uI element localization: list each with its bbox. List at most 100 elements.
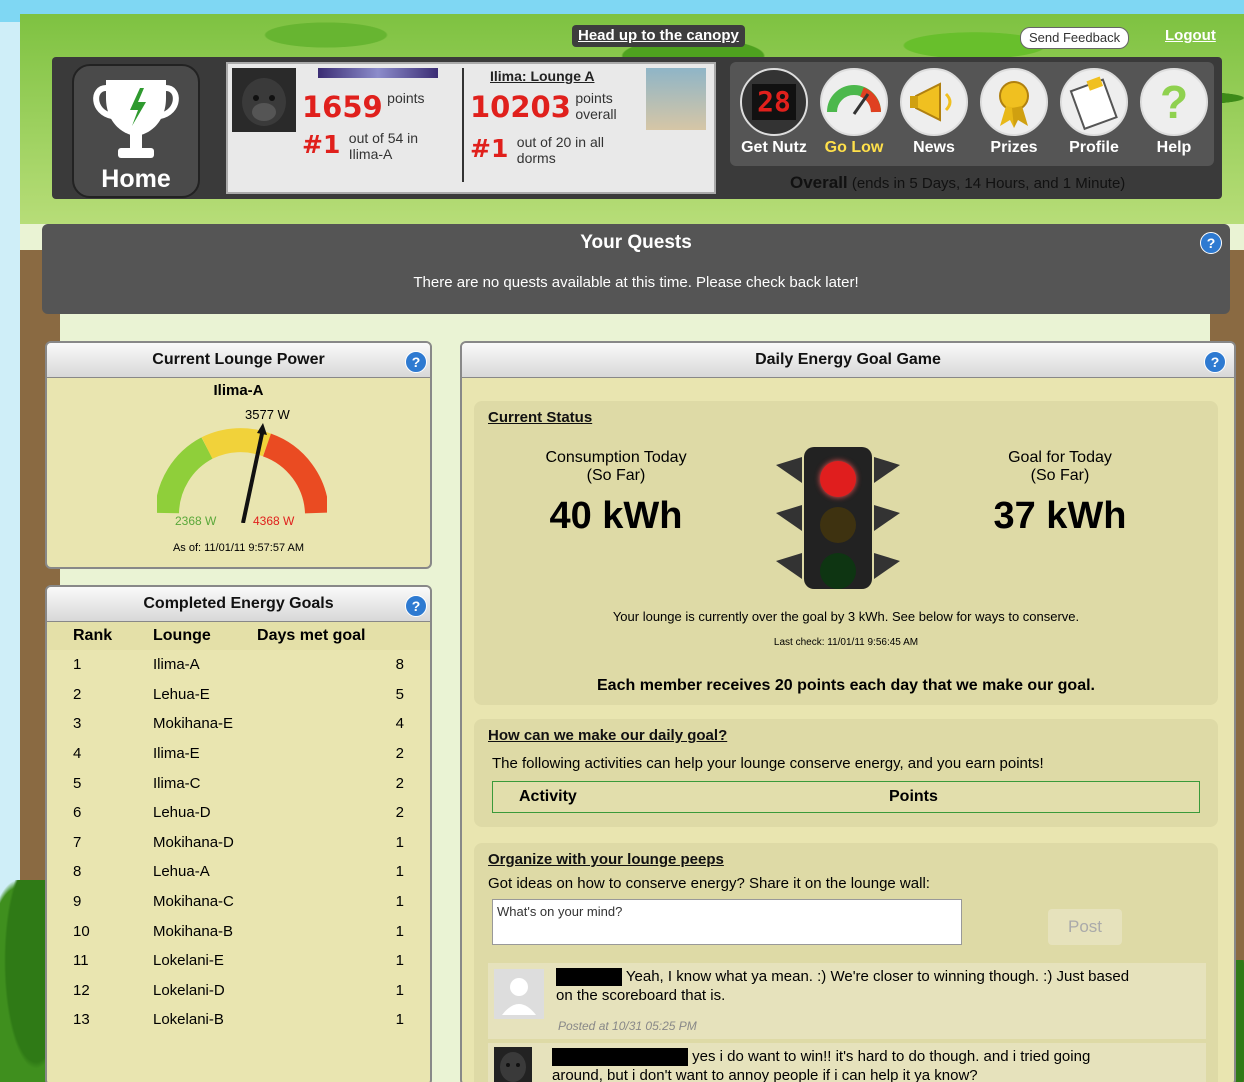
table-row: 10 Mokihana-B 1 (47, 916, 430, 946)
score-divider (462, 68, 464, 182)
quests-help-icon[interactable]: ? (1200, 232, 1222, 254)
user-rank-text: out of 54 in (348, 130, 419, 146)
overall-countdown: (ends in 5 Days, 14 Hours, and 1 Minute) (851, 175, 1126, 192)
completed-goals-panel: Completed Energy Goals ? Rank Lounge Day… (45, 585, 432, 1082)
table-row: 5 Ilima-C 2 (47, 768, 430, 798)
organize-title: Organize with your lounge peeps (488, 851, 724, 868)
nav-label-go-low: Go Low (824, 139, 884, 156)
lounge-rank-text: out of 20 in all (516, 134, 604, 150)
cell-rank: 9 (73, 893, 82, 911)
profile-card-icon (1060, 68, 1128, 136)
table-row: 6 Lehua-D 2 (47, 798, 430, 828)
goals-table: Rank Lounge Days met goal 1 Ilima-A 8 2 Lehu… (47, 622, 430, 1035)
user-rank-lounge: Ilima-A (348, 146, 393, 162)
cell-lounge: Lehua-D (153, 804, 211, 822)
energy-game-help-icon[interactable]: ? (1204, 351, 1226, 373)
question-icon: ? (1140, 68, 1208, 136)
cell-rank: 8 (73, 863, 82, 881)
cell-days: 5 (395, 685, 404, 703)
cell-days: 1 (395, 981, 404, 999)
quests-title: Your Quests (580, 232, 692, 253)
cell-lounge: Lokelani-E (153, 952, 224, 970)
lounge-power-title: Current Lounge Power (47, 343, 430, 378)
quests-message: There are no quests available at this ti… (413, 274, 859, 291)
wall-comment: Yeah, I know what ya mean. :) We're clos… (488, 963, 1206, 1039)
counter-icon: 28 (740, 68, 808, 136)
user-avatar (232, 68, 296, 132)
cell-days: 1 (395, 833, 404, 851)
quests-panel: Your Quests There are no quests availabl… (42, 224, 1230, 314)
nav-label-help: Help (1156, 139, 1192, 156)
current-status-box: Current Status Consumption Today (So Far… (474, 401, 1218, 705)
cell-days: 2 (395, 804, 404, 822)
cell-days: 2 (395, 745, 404, 763)
comment-posted: Posted at 10/31 05:25 PM (558, 1019, 697, 1033)
cell-days: 1 (395, 863, 404, 881)
comment-avatar (494, 969, 544, 1019)
cell-lounge: Lehua-A (153, 863, 210, 881)
table-row: 13 Lokelani-B 1 (47, 1005, 430, 1035)
power-min: 2368 W (175, 514, 217, 528)
reward-message: Each member receives 20 points each day … (597, 677, 1095, 694)
last-check: Last check: 11/01/11 9:56:45 AM (773, 637, 919, 648)
nav-go-low[interactable]: Go Low (816, 68, 892, 157)
completed-goals-title: Completed Energy Goals (47, 587, 430, 622)
consumption-label: Consumption Today (545, 449, 687, 466)
wall-post-input[interactable]: What's on your mind? (492, 899, 962, 945)
nav-label-get-nutz: Get Nutz (741, 139, 807, 156)
cell-days: 4 (395, 715, 404, 733)
cell-days: 8 (395, 656, 404, 674)
nav-panel: 28 Get Nutz Go Low News Prizes Profile ?… (730, 62, 1214, 166)
cell-days: 1 (395, 952, 404, 970)
canopy-link[interactable]: Head up to the canopy (572, 25, 745, 47)
table-row: 7 Mokihana-D 1 (47, 828, 430, 858)
lounge-rank: #1 (470, 134, 509, 163)
traffic-light-icon (776, 443, 900, 593)
energy-game-title: Daily Energy Goal Game (462, 343, 1234, 378)
current-status-title: Current Status (488, 409, 593, 426)
cell-days: 1 (395, 893, 404, 911)
lounge-points-label2: overall (575, 106, 617, 122)
lounge-title-link[interactable]: Ilima: Lounge A (490, 68, 594, 84)
table-row: 1 Ilima-A 8 (47, 650, 430, 680)
redacted-commenter (552, 1048, 688, 1067)
cell-rank: 13 (73, 1011, 90, 1029)
score-box: 1659 points #1 out of 54 in Ilima-A Ilim… (226, 62, 716, 194)
nav-help[interactable]: ? Help (1136, 68, 1212, 157)
comment-text: Yeah, I know what ya mean. :) We're clos… (625, 968, 1130, 985)
trophy-icon (93, 80, 179, 158)
lounge-rank-text2: dorms (516, 150, 556, 166)
table-row: 9 Mokihana-C 1 (47, 887, 430, 917)
nav-prizes[interactable]: Prizes (976, 68, 1052, 157)
gauge-icon (820, 68, 888, 136)
table-row: 12 Lokelani-D 1 (47, 976, 430, 1006)
megaphone-icon (900, 68, 968, 136)
cell-rank: 4 (73, 745, 82, 763)
overall-label: Overall (790, 173, 848, 192)
comment-text: yes i do want to win!! it's hard to do t… (692, 1048, 1091, 1065)
comment-avatar (494, 1047, 532, 1082)
nav-news[interactable]: News (896, 68, 972, 157)
cell-rank: 12 (73, 981, 90, 999)
post-button[interactable]: Post (1048, 909, 1122, 945)
person-icon (494, 969, 544, 1019)
activity-header: Activity (519, 788, 577, 805)
organize-text: Got ideas on how to conserve energy? Sha… (488, 875, 930, 892)
completed-goals-help-icon[interactable]: ? (405, 595, 427, 617)
send-feedback-button[interactable]: Send Feedback (1020, 27, 1130, 49)
nav-profile[interactable]: Profile (1056, 68, 1132, 157)
lounge-power-help-icon[interactable]: ? (405, 351, 427, 373)
cell-lounge: Mokihana-B (153, 922, 234, 940)
table-row: 4 Ilima-E 2 (47, 739, 430, 769)
cell-rank: 6 (73, 804, 82, 822)
nav-label-news: News (913, 139, 955, 156)
cell-lounge: Ilima-C (153, 774, 201, 792)
nav-get-nutz[interactable]: 28 Get Nutz (736, 68, 812, 157)
nav-label-prizes: Prizes (990, 139, 1038, 156)
home-button[interactable]: Home (72, 64, 200, 198)
consumption-label2: (So Far) (586, 467, 646, 484)
logout-link[interactable]: Logout (1165, 27, 1216, 44)
cell-lounge: Lehua-E (153, 685, 210, 703)
cell-lounge: Lokelani-D (153, 981, 225, 999)
gorilla-icon (500, 1052, 526, 1082)
